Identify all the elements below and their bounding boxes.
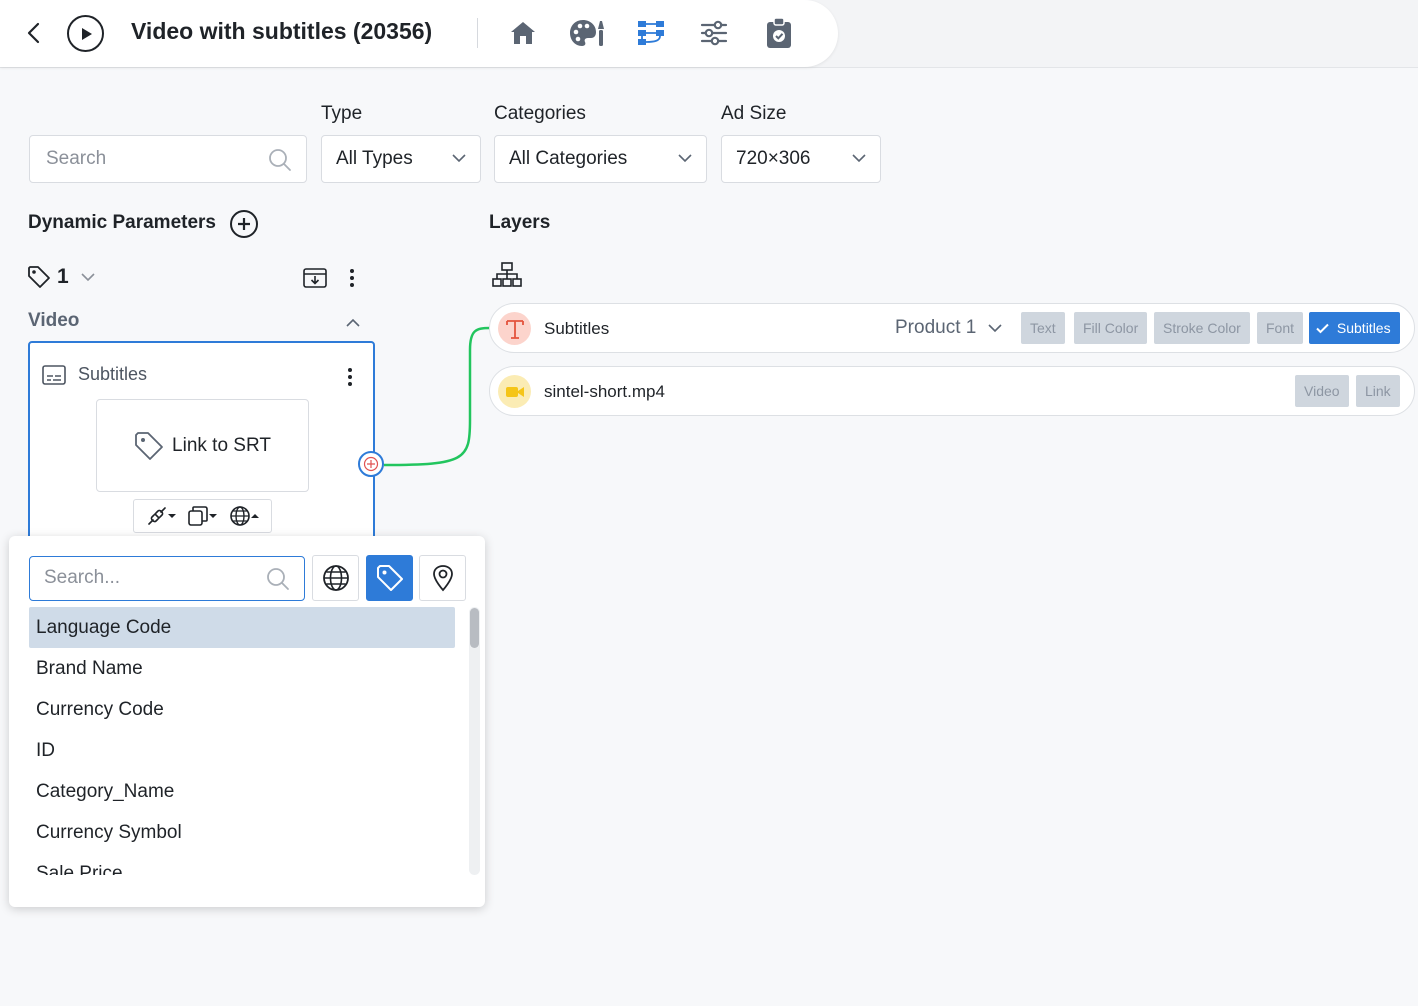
- tag-count: 1: [57, 265, 69, 288]
- plug-link-icon: [148, 507, 166, 525]
- tag-icon: [376, 565, 403, 591]
- subtitles-param-card: Subtitles Link to SRT: [28, 341, 375, 551]
- dropdown-list: Language Code Brand Name Currency Code I…: [29, 607, 455, 875]
- chip-subtitles-label: Subtitles: [1336, 320, 1391, 336]
- dropdown-search-input[interactable]: [30, 557, 250, 599]
- chevron-down-icon: [852, 154, 866, 163]
- type-select-value: All Types: [336, 148, 413, 169]
- dropdown-search-field[interactable]: [29, 556, 305, 601]
- caret-up-icon: [251, 514, 260, 518]
- caret-down-icon: [209, 514, 218, 518]
- chevron-up-icon[interactable]: [345, 316, 361, 334]
- search-icon: [267, 568, 289, 590]
- plus-circle-icon: [363, 456, 379, 472]
- parameter-dropdown: Language Code Brand Name Currency Code I…: [9, 536, 485, 907]
- link-type-button[interactable]: [146, 505, 176, 527]
- dropdown-item-category-name[interactable]: Category_Name: [29, 771, 455, 812]
- copy-button[interactable]: [187, 505, 218, 527]
- add-parameter-button[interactable]: [230, 210, 258, 238]
- header: Video with subtitles (20356): [0, 0, 838, 67]
- plus-icon: [238, 218, 250, 230]
- chip-link[interactable]: Link: [1356, 375, 1400, 407]
- scrollbar-thumb[interactable]: [470, 608, 479, 648]
- categories-select[interactable]: All Categories: [494, 135, 707, 183]
- chip-font[interactable]: Font: [1257, 312, 1304, 344]
- chevron-down-icon: [81, 273, 95, 282]
- dropdown-item-brand-name[interactable]: Brand Name: [29, 648, 455, 689]
- adsize-select-value: 720×306: [736, 148, 811, 169]
- adsize-select[interactable]: 720×306: [721, 135, 881, 183]
- chevron-down-icon: [678, 154, 692, 163]
- location-pin-icon: [432, 565, 453, 592]
- dropdown-item-id[interactable]: ID: [29, 730, 455, 771]
- globe-icon: [322, 565, 349, 591]
- categories-select-value: All Categories: [509, 148, 628, 169]
- adsize-label: Ad Size: [721, 103, 787, 124]
- home-icon[interactable]: [505, 15, 541, 51]
- search-icon: [269, 149, 291, 171]
- subtitles-param-header: Subtitles: [42, 364, 147, 385]
- product-select-value: Product 1: [895, 317, 977, 338]
- type-select[interactable]: All Types: [321, 135, 481, 183]
- play-icon: [81, 27, 92, 40]
- header-divider: [477, 18, 478, 48]
- link-connection-line: [383, 326, 491, 467]
- dropdown-scrollbar[interactable]: [469, 607, 480, 875]
- tag-icon: [135, 431, 163, 460]
- subtitles-param-title: Subtitles: [78, 364, 148, 384]
- tag-selector[interactable]: 1: [27, 265, 95, 289]
- layer-name: sintel-short.mp4: [544, 382, 665, 401]
- text-layer-icon: [498, 312, 531, 345]
- video-group-label: Video: [28, 310, 80, 331]
- location-params-button[interactable]: [419, 555, 466, 601]
- more-vertical-icon[interactable]: [347, 268, 357, 293]
- categories-label: Categories: [494, 103, 586, 124]
- check-icon: [1316, 323, 1329, 334]
- chevron-down-icon: [452, 154, 466, 163]
- chip-subtitles[interactable]: Subtitles: [1309, 312, 1400, 344]
- search-field[interactable]: [29, 135, 307, 183]
- chip-text[interactable]: Text: [1021, 312, 1065, 344]
- layer-row-video[interactable]: sintel-short.mp4 Video Link: [489, 366, 1415, 416]
- search-input[interactable]: [30, 136, 250, 182]
- dropdown-item-language-code[interactable]: Language Code: [29, 607, 455, 648]
- workflow-icon[interactable]: [633, 15, 669, 51]
- play-button[interactable]: [67, 15, 104, 52]
- import-icon[interactable]: [303, 268, 327, 293]
- clipboard-check-icon[interactable]: [761, 15, 797, 51]
- globe-icon: [230, 506, 250, 526]
- param-mini-toolbar: [133, 499, 272, 533]
- dynamic-parameters-title: Dynamic Parameters: [28, 212, 216, 233]
- dropdown-item-currency-code[interactable]: Currency Code: [29, 689, 455, 730]
- layers-title: Layers: [489, 212, 551, 233]
- tag-icon: [28, 266, 50, 288]
- caret-down-icon: [167, 514, 176, 518]
- dropdown-item-currency-symbol[interactable]: Currency Symbol: [29, 812, 455, 853]
- layer-name: Subtitles: [544, 319, 610, 338]
- chevron-down-icon: [988, 324, 1002, 333]
- palette-icon[interactable]: [569, 15, 605, 51]
- subtitles-icon: [42, 364, 66, 385]
- dropdown-item-sale-price[interactable]: Sale Price: [29, 853, 455, 875]
- hierarchy-icon[interactable]: [492, 262, 522, 293]
- connector-handle[interactable]: [358, 451, 384, 477]
- global-params-button[interactable]: [312, 555, 359, 601]
- link-to-srt-button[interactable]: Link to SRT: [96, 399, 309, 492]
- link-to-srt-label: Link to SRT: [172, 434, 271, 456]
- tag-params-button[interactable]: [366, 555, 413, 601]
- video-layer-icon: [498, 375, 531, 408]
- back-chevron-icon[interactable]: [22, 20, 44, 46]
- chip-stroke-color[interactable]: Stroke Color: [1154, 312, 1250, 344]
- sliders-icon[interactable]: [696, 15, 732, 51]
- layer-row-subtitles[interactable]: Subtitles Product 1 Text Fill Color Stro…: [489, 303, 1415, 353]
- language-button[interactable]: [229, 505, 260, 527]
- chip-video[interactable]: Video: [1295, 375, 1349, 407]
- chip-fill-color[interactable]: Fill Color: [1074, 312, 1148, 344]
- type-label: Type: [321, 103, 363, 124]
- copy-icon: [188, 506, 209, 526]
- more-vertical-icon[interactable]: [345, 367, 355, 392]
- page-title: Video with subtitles (20356): [131, 18, 433, 44]
- product-select[interactable]: Product 1: [895, 317, 1002, 339]
